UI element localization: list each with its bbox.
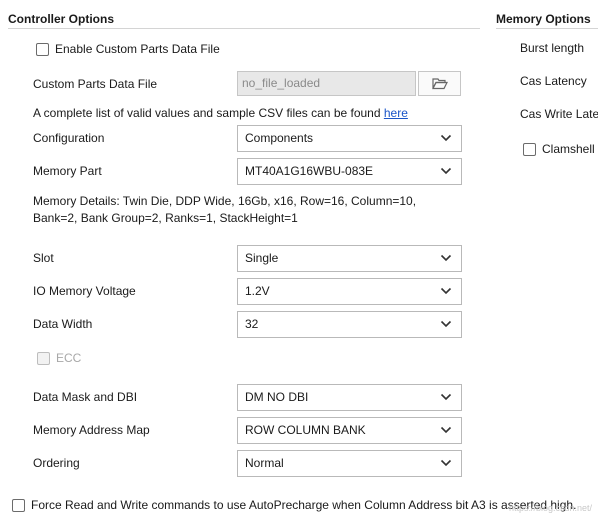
csv-info-text: A complete list of valid values and samp… [33,106,408,120]
enable-custom-parts-label: Enable Custom Parts Data File [55,42,220,56]
cas-latency-label: Cas Latency [520,74,587,88]
chevron-down-icon [440,426,452,434]
watermark-text: https://blog.csdn.net/ [508,503,592,513]
chevron-down-icon [440,393,452,401]
memory-part-value: MT40A1G16WBU-083E [245,164,374,178]
memory-details-line1: Memory Details: Twin Die, DDP Wide, 16Gb… [33,194,417,208]
ordering-value: Normal [245,456,284,470]
controller-options-divider [8,28,480,29]
configuration-select[interactable]: Components [237,125,462,152]
controller-options-title: Controller Options [8,12,114,26]
enable-custom-parts-checkbox[interactable] [36,43,49,56]
data-width-value: 32 [245,317,259,331]
chevron-down-icon [440,459,452,467]
folder-open-icon [431,78,448,90]
chevron-down-icon [440,134,452,142]
address-map-select[interactable]: ROW COLUMN BANK [237,417,462,444]
chevron-down-icon [440,320,452,328]
csv-info-sentence: A complete list of valid values and samp… [33,106,384,120]
configuration-label: Configuration [33,131,105,145]
slot-select[interactable]: Single [237,245,462,272]
memory-part-select[interactable]: MT40A1G16WBU-083E [237,158,462,185]
csv-info-link[interactable]: here [384,106,408,120]
address-map-value: ROW COLUMN BANK [245,423,366,437]
force-autoprecharge-label: Force Read and Write commands to use Aut… [31,498,577,512]
slot-value: Single [245,251,279,265]
data-mask-label: Data Mask and DBI [33,390,138,404]
cas-write-latency-label: Cas Write Late [520,107,598,121]
clamshell-checkbox[interactable] [523,143,536,156]
memory-options-divider [496,28,598,29]
ordering-label: Ordering [33,456,80,470]
data-width-label: Data Width [33,317,93,331]
memory-part-label: Memory Part [33,164,102,178]
ecc-label: ECC [56,351,82,365]
burst-length-label: Burst length [520,41,585,55]
address-map-label: Memory Address Map [33,423,150,437]
data-width-select[interactable]: 32 [237,311,462,338]
browse-folder-button[interactable] [418,71,461,96]
io-voltage-value: 1.2V [245,284,270,298]
io-voltage-label: IO Memory Voltage [33,284,136,298]
chevron-down-icon [440,254,452,262]
slot-label: Slot [33,251,54,265]
data-mask-value: DM NO DBI [245,390,309,404]
data-mask-select[interactable]: DM NO DBI [237,384,462,411]
chevron-down-icon [440,287,452,295]
force-autoprecharge-checkbox[interactable] [12,499,25,512]
clamshell-label: Clamshell [542,142,595,156]
memory-details-line2: Bank=2, Bank Group=2, Ranks=1, StackHeig… [33,211,298,225]
io-voltage-select[interactable]: 1.2V [237,278,462,305]
memory-options-title: Memory Options [496,12,591,26]
custom-parts-file-field[interactable]: no_file_loaded [237,71,416,96]
chevron-down-icon [440,167,452,175]
ordering-select[interactable]: Normal [237,450,462,477]
custom-parts-file-label: Custom Parts Data File [33,77,158,91]
ecc-checkbox[interactable] [37,352,50,365]
configuration-value: Components [245,131,314,145]
